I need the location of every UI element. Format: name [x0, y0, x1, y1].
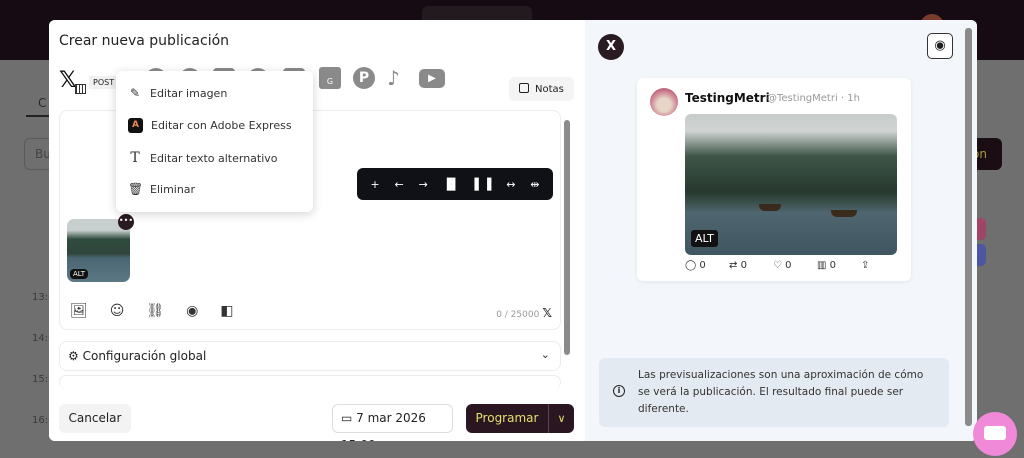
edit-icon: ✎ — [129, 86, 141, 100]
modal-title: Crear nueva publicación — [59, 33, 230, 49]
plus-icon[interactable]: + — [370, 178, 379, 191]
menu-item-delete[interactable]: 🗑 Eliminar — [128, 182, 195, 196]
chat-icon — [984, 426, 1006, 440]
align-left-icon[interactable]: ▐▌ — [443, 178, 460, 191]
preview-panel: X ◉ TestingMetri @TestingMetri · 1h ALT … — [585, 20, 977, 441]
ai-assistant-icon[interactable]: ◉ — [186, 303, 198, 319]
notes-button[interactable]: Notas — [509, 77, 574, 101]
menu-label: Eliminar — [150, 182, 196, 196]
split-icon[interactable]: ⇹ — [530, 178, 539, 191]
char-counter: 0 / 25000 𝕏 — [496, 306, 552, 320]
tiktok-icon[interactable]: ♪ — [387, 66, 400, 90]
emoji-icon[interactable]: ☺ — [110, 303, 125, 319]
counter-value: 0 / 25000 — [496, 310, 540, 320]
editor-panel: Crear nueva publicación 𝕏 POST G P ♪ ▶ N… — [49, 20, 585, 441]
user-handle: @TestingMetri · 1h — [767, 93, 860, 104]
eye-icon[interactable]: ◉ — [927, 33, 953, 59]
chevron-down-icon: ⌄ — [540, 348, 550, 361]
tweet-preview: TestingMetri @TestingMetri · 1h ALT ◯ 0 … — [637, 78, 911, 281]
x-icon[interactable]: X — [598, 34, 624, 60]
user-name: TestingMetri — [685, 91, 770, 105]
disclaimer-text: Las previsualizaciones son una aproximac… — [638, 369, 924, 415]
date-picker[interactable]: ▭ 7 mar 2026 15:00 — [332, 404, 453, 441]
align-right-icon[interactable]: ▌▐ — [474, 178, 491, 191]
editor-scrollbar[interactable] — [564, 120, 570, 355]
next-accordion[interactable] — [59, 375, 561, 389]
schedule-dropdown[interactable]: ∨ — [548, 404, 574, 433]
alt-badge[interactable]: ALT — [691, 230, 718, 247]
image-context-menu: ✎ Editar imagen A Editar con Adobe Express… — [116, 71, 313, 212]
chat-widget-button[interactable] — [973, 412, 1017, 456]
x-icon: 𝕏 — [542, 306, 552, 320]
gear-icon: ⚙ — [68, 349, 79, 363]
text-icon: T — [130, 150, 140, 166]
menu-item-adobe-express[interactable]: A Editar con Adobe Express — [128, 118, 292, 133]
grid-icon — [75, 84, 86, 94]
like-icon: ♡ 0 — [773, 260, 792, 271]
arrow-left-icon[interactable]: ← — [395, 178, 404, 191]
preview-image: ALT — [685, 114, 897, 255]
cancel-button[interactable]: Cancelar — [59, 404, 131, 433]
preview-disclaimer: i Las previsualizaciones son una aproxim… — [599, 358, 949, 427]
menu-label: Editar texto alternativo — [150, 151, 278, 165]
info-icon: i — [613, 385, 625, 397]
trash-icon: 🗑 — [128, 182, 144, 196]
expand-horizontal-icon[interactable]: ↔ — [506, 178, 515, 191]
template-icon[interactable]: ◧ — [220, 303, 233, 319]
views-icon: ▥ 0 — [817, 260, 837, 271]
share-icon: ⇪ — [861, 260, 870, 271]
pinterest-icon[interactable]: P — [353, 67, 375, 89]
notes-label: Notas — [535, 84, 564, 95]
menu-label: Editar con Adobe Express — [151, 119, 292, 132]
create-post-modal: Crear nueva publicación 𝕏 POST G P ♪ ▶ N… — [49, 20, 977, 441]
menu-label: Editar imagen — [150, 86, 228, 100]
note-icon — [519, 83, 529, 93]
boat — [759, 204, 781, 211]
editor-tools: 🖼 ☺ ⛓ ◉ ◧ — [70, 303, 234, 319]
reply-icon: ◯ 0 — [685, 260, 706, 271]
tweet-actions: ◯ 0 ⇄ 0 ♡ 0 ▥ 0 ⇪ — [685, 260, 905, 271]
modal-scrollbar[interactable] — [965, 28, 972, 426]
arrow-right-icon[interactable]: → — [419, 178, 428, 191]
link-icon[interactable]: ⛓ — [146, 303, 164, 319]
accordion-label: Configuración global — [82, 349, 207, 363]
google-business-icon[interactable]: G — [319, 67, 341, 89]
image-toolbar: + ← → ▐▌ ▌▐ ↔ ⇹ — [357, 168, 553, 200]
global-config-accordion[interactable]: ⚙ Configuración global ⌄ — [59, 341, 561, 371]
alt-badge[interactable]: ALT — [70, 269, 89, 279]
retweet-icon: ⇄ 0 — [729, 260, 747, 271]
adobe-express-icon: A — [128, 118, 143, 133]
boat — [831, 210, 857, 217]
menu-item-edit-image[interactable]: ✎ Editar imagen — [128, 86, 227, 100]
calendar-icon: ▭ — [341, 411, 357, 425]
youtube-icon[interactable]: ▶ — [419, 69, 445, 88]
calendar-event — [977, 244, 986, 266]
more-options-icon[interactable]: ••• — [118, 214, 134, 230]
avatar — [650, 88, 678, 116]
media-library-icon[interactable]: 🖼 — [70, 303, 88, 319]
menu-item-alt-text[interactable]: T Editar texto alternativo — [128, 150, 278, 166]
chevron-down-icon: ∨ — [557, 412, 566, 425]
post-type-badge[interactable]: POST — [89, 76, 119, 89]
schedule-button[interactable]: Programar — [466, 404, 548, 433]
calendar-event — [977, 218, 986, 240]
background-tab: C — [38, 96, 47, 110]
